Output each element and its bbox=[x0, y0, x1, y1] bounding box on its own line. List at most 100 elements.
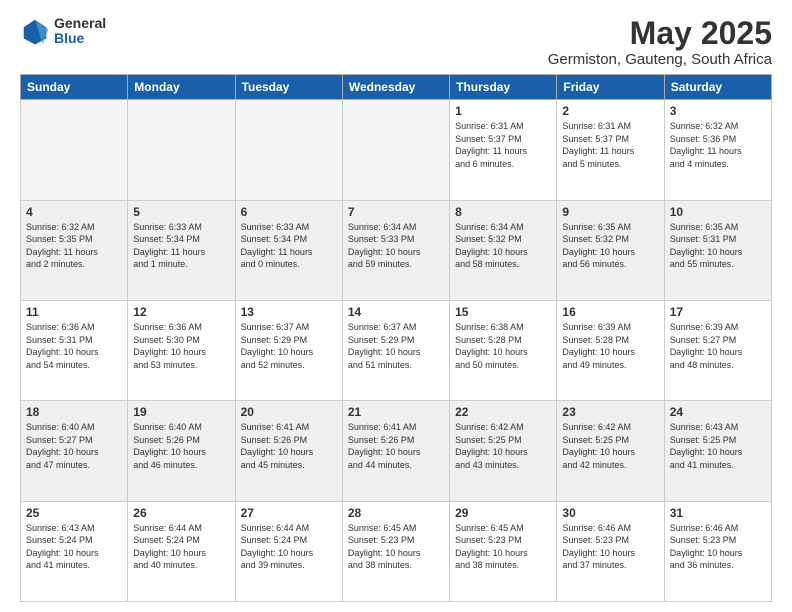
day-number: 27 bbox=[241, 506, 337, 520]
day-info: Sunrise: 6:34 AM Sunset: 5:32 PM Dayligh… bbox=[455, 221, 551, 271]
table-row bbox=[21, 100, 128, 200]
table-row bbox=[235, 100, 342, 200]
day-number: 19 bbox=[133, 405, 229, 419]
calendar-week-row: 4Sunrise: 6:32 AM Sunset: 5:35 PM Daylig… bbox=[21, 200, 772, 300]
table-row: 10 Sunrise: 6:35 AM Sunset: 5:31 PM Dayli… bbox=[664, 200, 771, 300]
day-number: 8 bbox=[455, 205, 551, 219]
table-row: 3 Sunrise: 6:32 AM Sunset: 5:36 PM Daylig… bbox=[664, 100, 771, 200]
table-row bbox=[342, 100, 449, 200]
day-number: 29 bbox=[455, 506, 551, 520]
day-number: 14 bbox=[348, 305, 444, 319]
day-info: Sunrise: 6:39 AM Sunset: 5:27 PM Dayligh… bbox=[670, 321, 766, 371]
table-row: 17 Sunrise: 6:39 AM Sunset: 5:27 PM Dayli… bbox=[664, 300, 771, 400]
table-row: 25Sunrise: 6:43 AM Sunset: 5:24 PM Dayli… bbox=[21, 501, 128, 601]
table-row: 9Sunrise: 6:35 AM Sunset: 5:32 PM Daylig… bbox=[557, 200, 664, 300]
table-row: 13Sunrise: 6:37 AM Sunset: 5:29 PM Dayli… bbox=[235, 300, 342, 400]
day-number: 7 bbox=[348, 205, 444, 219]
table-row: 11 Sunrise: 6:36 AM Sunset: 5:31 PM Dayli… bbox=[21, 300, 128, 400]
calendar-week-row: 11 Sunrise: 6:36 AM Sunset: 5:31 PM Dayli… bbox=[21, 300, 772, 400]
table-row: 27 Sunrise: 6:44 AM Sunset: 5:24 PM Dayli… bbox=[235, 501, 342, 601]
day-info: Sunrise: 6:37 AM Sunset: 5:29 PM Dayligh… bbox=[241, 321, 337, 371]
day-info: Sunrise: 6:41 AM Sunset: 5:26 PM Dayligh… bbox=[348, 421, 444, 471]
header: General Blue May 2025 Germiston, Gauteng… bbox=[20, 16, 772, 68]
day-info: Sunrise: 6:33 AM Sunset: 5:34 PM Dayligh… bbox=[241, 221, 337, 271]
day-info: Sunrise: 6:41 AM Sunset: 5:26 PM Dayligh… bbox=[241, 421, 337, 471]
day-info: Sunrise: 6:36 AM Sunset: 5:30 PM Dayligh… bbox=[133, 321, 229, 371]
day-number: 3 bbox=[670, 104, 766, 118]
day-info: Sunrise: 6:31 AM Sunset: 5:37 PM Dayligh… bbox=[455, 120, 551, 170]
day-info: Sunrise: 6:40 AM Sunset: 5:27 PM Dayligh… bbox=[26, 421, 122, 471]
day-number: 24 bbox=[670, 405, 766, 419]
page: General Blue May 2025 Germiston, Gauteng… bbox=[0, 0, 792, 612]
day-number: 5 bbox=[133, 205, 229, 219]
table-row: 28Sunrise: 6:45 AM Sunset: 5:23 PM Dayli… bbox=[342, 501, 449, 601]
logo: General Blue bbox=[20, 16, 106, 47]
col-monday: Monday bbox=[128, 75, 235, 100]
table-row: 8 Sunrise: 6:34 AM Sunset: 5:32 PM Daylig… bbox=[450, 200, 557, 300]
logo-text: General Blue bbox=[54, 16, 106, 47]
table-row bbox=[128, 100, 235, 200]
day-number: 11 bbox=[26, 305, 122, 319]
day-info: Sunrise: 6:32 AM Sunset: 5:36 PM Dayligh… bbox=[670, 120, 766, 170]
subtitle: Germiston, Gauteng, South Africa bbox=[548, 51, 772, 68]
table-row: 20 Sunrise: 6:41 AM Sunset: 5:26 PM Dayli… bbox=[235, 401, 342, 501]
day-number: 21 bbox=[348, 405, 444, 419]
day-number: 4 bbox=[26, 205, 122, 219]
col-saturday: Saturday bbox=[664, 75, 771, 100]
table-row: 26 Sunrise: 6:44 AM Sunset: 5:24 PM Dayli… bbox=[128, 501, 235, 601]
table-row: 29 Sunrise: 6:45 AM Sunset: 5:23 PM Dayli… bbox=[450, 501, 557, 601]
day-info: Sunrise: 6:35 AM Sunset: 5:32 PM Dayligh… bbox=[562, 221, 658, 271]
day-info: Sunrise: 6:42 AM Sunset: 5:25 PM Dayligh… bbox=[455, 421, 551, 471]
table-row: 24 Sunrise: 6:43 AM Sunset: 5:25 PM Dayli… bbox=[664, 401, 771, 501]
day-info: Sunrise: 6:44 AM Sunset: 5:24 PM Dayligh… bbox=[241, 522, 337, 572]
day-info: Sunrise: 6:45 AM Sunset: 5:23 PM Dayligh… bbox=[455, 522, 551, 572]
table-row: 2Sunrise: 6:31 AM Sunset: 5:37 PM Daylig… bbox=[557, 100, 664, 200]
col-thursday: Thursday bbox=[450, 75, 557, 100]
day-number: 15 bbox=[455, 305, 551, 319]
table-row: 22 Sunrise: 6:42 AM Sunset: 5:25 PM Dayli… bbox=[450, 401, 557, 501]
logo-general-text: General bbox=[54, 16, 106, 31]
day-info: Sunrise: 6:39 AM Sunset: 5:28 PM Dayligh… bbox=[562, 321, 658, 371]
day-info: Sunrise: 6:35 AM Sunset: 5:31 PM Dayligh… bbox=[670, 221, 766, 271]
day-number: 23 bbox=[562, 405, 658, 419]
table-row: 23 Sunrise: 6:42 AM Sunset: 5:25 PM Dayli… bbox=[557, 401, 664, 501]
day-info: Sunrise: 6:42 AM Sunset: 5:25 PM Dayligh… bbox=[562, 421, 658, 471]
table-row: 18Sunrise: 6:40 AM Sunset: 5:27 PM Dayli… bbox=[21, 401, 128, 501]
day-info: Sunrise: 6:43 AM Sunset: 5:25 PM Dayligh… bbox=[670, 421, 766, 471]
day-number: 2 bbox=[562, 104, 658, 118]
calendar-table: Sunday Monday Tuesday Wednesday Thursday… bbox=[20, 74, 772, 602]
logo-icon bbox=[20, 16, 50, 46]
calendar-week-row: 25Sunrise: 6:43 AM Sunset: 5:24 PM Dayli… bbox=[21, 501, 772, 601]
table-row: 21 Sunrise: 6:41 AM Sunset: 5:26 PM Dayli… bbox=[342, 401, 449, 501]
table-row: 30Sunrise: 6:46 AM Sunset: 5:23 PM Dayli… bbox=[557, 501, 664, 601]
table-row: 7 Sunrise: 6:34 AM Sunset: 5:33 PM Daylig… bbox=[342, 200, 449, 300]
day-number: 26 bbox=[133, 506, 229, 520]
day-number: 10 bbox=[670, 205, 766, 219]
day-number: 17 bbox=[670, 305, 766, 319]
table-row: 5 Sunrise: 6:33 AM Sunset: 5:34 PM Daylig… bbox=[128, 200, 235, 300]
day-info: Sunrise: 6:46 AM Sunset: 5:23 PM Dayligh… bbox=[670, 522, 766, 572]
header-row: Sunday Monday Tuesday Wednesday Thursday… bbox=[21, 75, 772, 100]
day-info: Sunrise: 6:36 AM Sunset: 5:31 PM Dayligh… bbox=[26, 321, 122, 371]
day-number: 12 bbox=[133, 305, 229, 319]
table-row: 19Sunrise: 6:40 AM Sunset: 5:26 PM Dayli… bbox=[128, 401, 235, 501]
day-number: 16 bbox=[562, 305, 658, 319]
day-number: 25 bbox=[26, 506, 122, 520]
table-row: 12 Sunrise: 6:36 AM Sunset: 5:30 PM Dayli… bbox=[128, 300, 235, 400]
table-row: 14Sunrise: 6:37 AM Sunset: 5:29 PM Dayli… bbox=[342, 300, 449, 400]
table-row: 15 Sunrise: 6:38 AM Sunset: 5:28 PM Dayli… bbox=[450, 300, 557, 400]
col-tuesday: Tuesday bbox=[235, 75, 342, 100]
day-info: Sunrise: 6:45 AM Sunset: 5:23 PM Dayligh… bbox=[348, 522, 444, 572]
logo-blue-text: Blue bbox=[54, 31, 106, 46]
day-number: 20 bbox=[241, 405, 337, 419]
day-info: Sunrise: 6:44 AM Sunset: 5:24 PM Dayligh… bbox=[133, 522, 229, 572]
col-friday: Friday bbox=[557, 75, 664, 100]
main-title: May 2025 bbox=[548, 16, 772, 51]
day-info: Sunrise: 6:38 AM Sunset: 5:28 PM Dayligh… bbox=[455, 321, 551, 371]
day-info: Sunrise: 6:33 AM Sunset: 5:34 PM Dayligh… bbox=[133, 221, 229, 271]
table-row: 1Sunrise: 6:31 AM Sunset: 5:37 PM Daylig… bbox=[450, 100, 557, 200]
day-number: 6 bbox=[241, 205, 337, 219]
table-row: 4Sunrise: 6:32 AM Sunset: 5:35 PM Daylig… bbox=[21, 200, 128, 300]
day-number: 22 bbox=[455, 405, 551, 419]
day-info: Sunrise: 6:34 AM Sunset: 5:33 PM Dayligh… bbox=[348, 221, 444, 271]
